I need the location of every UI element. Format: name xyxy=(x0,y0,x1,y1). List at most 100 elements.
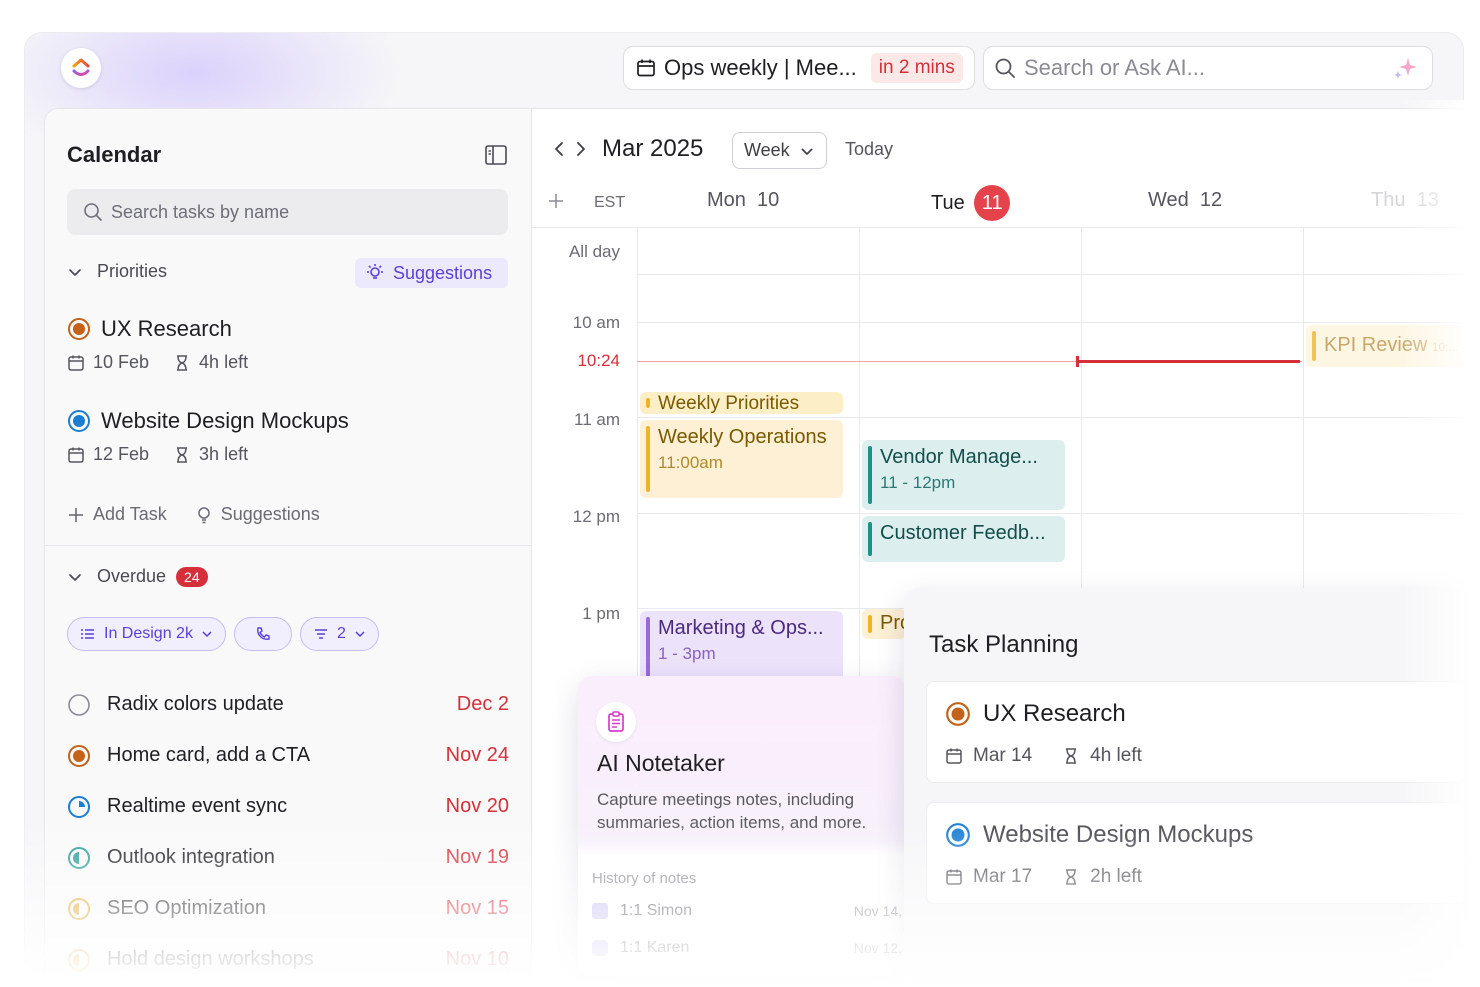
event-weekly-priorities[interactable]: Weekly Priorities xyxy=(640,392,843,414)
calendar-icon xyxy=(68,355,84,371)
time-label: 10 am xyxy=(572,313,620,332)
suggestions-link[interactable]: Suggestions xyxy=(195,504,320,525)
day-number: 10 xyxy=(757,189,780,211)
chevron-down-icon xyxy=(69,268,81,276)
search-icon xyxy=(84,203,102,221)
priority-task[interactable]: Website Design Mockups 12 Feb 3h left xyxy=(67,408,349,465)
priorities-section-toggle[interactable]: Priorities xyxy=(67,261,167,282)
overdue-task[interactable]: Outlook integration Nov 19 xyxy=(67,832,509,883)
event-title: Weekly Operations xyxy=(658,426,827,448)
priority-task[interactable]: UX Research 10 Feb 4h left xyxy=(67,316,272,373)
clickup-logo[interactable] xyxy=(61,48,101,88)
priorities-label: Priorities xyxy=(97,261,168,281)
calendar-nav: Mar 2025 xyxy=(552,135,703,163)
note-item[interactable]: 1:1 Simon Nov 14, xyxy=(592,902,902,920)
overdue-task-name: Home card, add a CTA xyxy=(107,744,311,766)
current-time-label: 10:24 xyxy=(577,351,620,370)
calendar-icon xyxy=(637,59,655,77)
day-header-mon[interactable]: Mon 10 xyxy=(707,189,779,212)
hourglass-icon xyxy=(1066,748,1077,764)
day-header-thu[interactable]: Thu 13 xyxy=(1371,189,1439,212)
suggestions-link-label: Suggestions xyxy=(220,504,320,524)
add-task-label: Add Task xyxy=(93,504,167,524)
grid-line xyxy=(637,274,1464,275)
overdue-task-list: Radix colors update Dec 2 Home card, add… xyxy=(67,679,509,985)
overdue-task-name: SEO Optimization xyxy=(107,897,266,919)
chevron-down-icon xyxy=(69,573,81,581)
view-selector[interactable]: Week xyxy=(732,132,827,169)
ai-notetaker-card[interactable]: AI Notetaker Capture meetings notes, inc… xyxy=(578,676,906,976)
event-time: 11:00am xyxy=(658,453,723,472)
overdue-task-name: Hold design workshops xyxy=(107,948,314,970)
grid-line xyxy=(637,322,1464,323)
call-filter-chip[interactable] xyxy=(233,617,292,651)
section-divider xyxy=(45,545,532,546)
planned-task-time-left: 2h left xyxy=(1090,866,1142,887)
group-by-filter-chip[interactable]: In Design 2k xyxy=(67,617,226,651)
sidebar-toggle-icon[interactable] xyxy=(485,145,507,165)
event-title: Pro xyxy=(880,612,906,634)
today-button[interactable]: Today xyxy=(845,139,893,160)
chevron-down-icon xyxy=(801,147,813,155)
filter-count-label: 2 xyxy=(336,625,346,642)
chevron-left-icon[interactable] xyxy=(552,140,566,158)
note-date: Nov 12, xyxy=(853,940,902,956)
event-customer-feedback[interactable]: Customer Feedb... xyxy=(862,516,1065,562)
day-number: 12 xyxy=(1199,189,1223,211)
upcoming-meeting-pill[interactable]: Ops weekly | Mee... in 2 mins xyxy=(623,46,975,90)
ai-notetaker-title: AI Notetaker xyxy=(597,750,725,776)
overdue-task[interactable]: Realtime event sync Nov 20 xyxy=(67,781,509,832)
filter-count-chip[interactable]: 2 xyxy=(299,617,379,651)
grid-line xyxy=(532,227,1464,228)
event-kpi-review[interactable]: KPI Review 10:... xyxy=(1306,325,1466,367)
planned-task[interactable]: Website Design Mockups Mar 17 2h left xyxy=(926,802,1464,904)
day-header-tue[interactable]: Tue 11 xyxy=(931,185,1011,221)
status-review-icon xyxy=(68,846,90,869)
task-search-input[interactable]: Search tasks by name xyxy=(67,189,508,235)
event-title: KPI Review xyxy=(1324,334,1428,356)
day-header-wed[interactable]: Wed 12 xyxy=(1148,189,1222,212)
overdue-task[interactable]: SEO Optimization Nov 15 xyxy=(67,883,509,934)
overdue-task[interactable]: Home card, add a CTA Nov 24 xyxy=(67,730,509,781)
global-search-input[interactable]: Search or Ask AI... xyxy=(983,46,1433,90)
day-name: Wed xyxy=(1148,189,1189,211)
task-planning-card: Task Planning UX Research Mar 14 4h left… xyxy=(904,588,1464,978)
planned-task[interactable]: UX Research Mar 14 4h left xyxy=(926,681,1464,783)
planned-task-time-left: 4h left xyxy=(1090,745,1142,766)
hourglass-icon xyxy=(177,446,188,463)
status-in-progress-icon xyxy=(68,744,90,767)
ai-sparkle-icon[interactable] xyxy=(1392,56,1418,82)
add-task-button[interactable]: Add Task xyxy=(67,504,167,525)
chevron-down-icon xyxy=(355,631,365,638)
task-actions-row: Add Task Suggestions xyxy=(67,504,348,525)
overdue-task[interactable]: Hold design workshops Nov 10 xyxy=(67,934,509,985)
overdue-task[interactable]: Radix colors update Dec 2 xyxy=(67,679,509,730)
clipboard-notes-icon xyxy=(608,711,624,732)
time-label: 1 pm xyxy=(582,604,620,623)
chevron-right-icon[interactable] xyxy=(574,140,588,158)
add-event-icon[interactable] xyxy=(548,193,564,209)
priority-task-date: 12 Feb xyxy=(93,444,150,464)
suggestions-button[interactable]: Suggestions xyxy=(355,258,508,288)
overdue-task-name: Realtime event sync xyxy=(107,795,288,817)
status-pending-icon xyxy=(68,948,90,971)
day-name: Tue xyxy=(931,192,965,214)
status-todo-icon xyxy=(68,693,90,716)
note-name: 1:1 Simon xyxy=(620,902,693,919)
ai-notetaker-description: Capture meetings notes, including summar… xyxy=(597,790,867,832)
day-name: Mon xyxy=(707,189,746,211)
sidebar-title: Calendar xyxy=(67,142,162,167)
event-pro[interactable]: Pro xyxy=(862,609,906,639)
event-weekly-operations[interactable]: Weekly Operations 11:00am xyxy=(640,420,843,498)
note-item[interactable]: 1:1 Karen Nov 12, xyxy=(592,939,902,957)
grid-line xyxy=(637,417,1464,418)
meeting-countdown-badge: in 2 mins xyxy=(870,53,963,83)
overdue-task-name: Outlook integration xyxy=(107,846,275,868)
overdue-task-date: Nov 20 xyxy=(445,795,509,817)
priority-task-date: 10 Feb xyxy=(93,352,150,372)
task-planning-title: Task Planning xyxy=(929,631,1079,658)
event-time: 11 - 12pm xyxy=(880,473,956,492)
overdue-section-toggle[interactable]: Overdue 24 xyxy=(67,566,208,587)
timezone-label: EST xyxy=(594,194,626,211)
event-vendor-management[interactable]: Vendor Manage... 11 - 12pm xyxy=(862,440,1065,510)
